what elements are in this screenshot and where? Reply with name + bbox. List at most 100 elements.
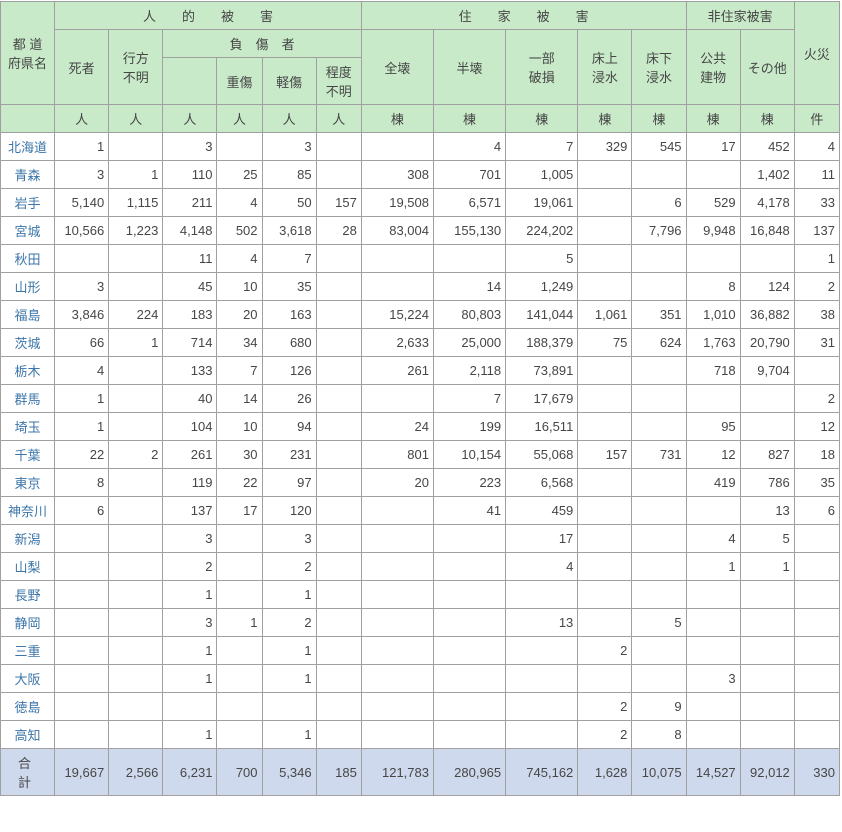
- cell-abovefl: 2: [578, 693, 632, 721]
- cell-injured: 3: [163, 133, 217, 161]
- total-full: 121,783: [361, 749, 433, 796]
- cell-light: 97: [262, 469, 316, 497]
- pref-cell: 長野: [1, 581, 55, 609]
- cell-serious: 14: [217, 385, 262, 413]
- cell-abovefl: [578, 413, 632, 441]
- total-light: 5,346: [262, 749, 316, 796]
- table-row: 茨城661714346802,63325,000188,379756241,76…: [1, 329, 840, 357]
- cell-public: [686, 609, 740, 637]
- table-row: 福島3,8462241832016315,22480,803141,0441,0…: [1, 301, 840, 329]
- table-row: 山梨22411: [1, 553, 840, 581]
- cell-partial: 17,679: [506, 385, 578, 413]
- cell-public: [686, 637, 740, 665]
- cell-other: 786: [740, 469, 794, 497]
- cell-other: [740, 609, 794, 637]
- cell-public: 9,948: [686, 217, 740, 245]
- cell-light: 126: [262, 357, 316, 385]
- cell-light: 2: [262, 609, 316, 637]
- cell-public: [686, 693, 740, 721]
- cell-public: 95: [686, 413, 740, 441]
- cell-half: 223: [433, 469, 505, 497]
- pref-cell: 岩手: [1, 189, 55, 217]
- table-row: 神奈川61371712041459136: [1, 497, 840, 525]
- cell-belowfl: 9: [632, 693, 686, 721]
- cell-other: 1: [740, 553, 794, 581]
- cell-fire: [794, 721, 839, 749]
- cell-light: 26: [262, 385, 316, 413]
- cell-belowfl: [632, 497, 686, 525]
- cell-light: 94: [262, 413, 316, 441]
- cell-other: 1,402: [740, 161, 794, 189]
- cell-missing: [109, 133, 163, 161]
- header-half: 半壊: [433, 30, 505, 105]
- cell-unknown: [316, 357, 361, 385]
- cell-injured: 183: [163, 301, 217, 329]
- cell-unknown: [316, 553, 361, 581]
- header-belowfl: 床下浸水: [632, 30, 686, 105]
- cell-half: 41: [433, 497, 505, 525]
- cell-public: 1,763: [686, 329, 740, 357]
- table-body: 北海道13347329545174524青森3111025853087011,0…: [1, 133, 840, 749]
- cell-half: [433, 637, 505, 665]
- header-dead: 死者: [55, 30, 109, 105]
- cell-abovefl: 75: [578, 329, 632, 357]
- cell-dead: 1: [55, 133, 109, 161]
- pref-cell: 新潟: [1, 525, 55, 553]
- cell-light: 1: [262, 581, 316, 609]
- cell-half: 7: [433, 385, 505, 413]
- unit-light: 人: [262, 105, 316, 133]
- unit-abovefl: 棟: [578, 105, 632, 133]
- cell-serious: [217, 665, 262, 693]
- cell-public: 3: [686, 665, 740, 693]
- cell-partial: [506, 637, 578, 665]
- unit-belowfl: 棟: [632, 105, 686, 133]
- cell-full: [361, 637, 433, 665]
- cell-full: [361, 581, 433, 609]
- pref-cell: 茨城: [1, 329, 55, 357]
- unit-public: 棟: [686, 105, 740, 133]
- cell-belowfl: 545: [632, 133, 686, 161]
- cell-belowfl: [632, 637, 686, 665]
- table-footer: 合 計 19,667 2,566 6,231 700 5,346 185 121…: [1, 749, 840, 796]
- cell-partial: 1,005: [506, 161, 578, 189]
- cell-other: [740, 245, 794, 273]
- cell-partial: [506, 721, 578, 749]
- cell-light: 231: [262, 441, 316, 469]
- header-light: 軽傷: [262, 58, 316, 105]
- cell-serious: [217, 525, 262, 553]
- cell-serious: [217, 693, 262, 721]
- cell-half: 80,803: [433, 301, 505, 329]
- cell-injured: 3: [163, 525, 217, 553]
- pref-cell: 三重: [1, 637, 55, 665]
- cell-injured: 1: [163, 721, 217, 749]
- cell-full: 15,224: [361, 301, 433, 329]
- cell-abovefl: 1,061: [578, 301, 632, 329]
- cell-belowfl: [632, 245, 686, 273]
- total-fire: 330: [794, 749, 839, 796]
- total-belowfl: 10,075: [632, 749, 686, 796]
- pref-cell: 山形: [1, 273, 55, 301]
- cell-abovefl: [578, 273, 632, 301]
- cell-dead: 1: [55, 413, 109, 441]
- cell-belowfl: [632, 161, 686, 189]
- cell-other: [740, 721, 794, 749]
- cell-injured: 40: [163, 385, 217, 413]
- cell-full: [361, 609, 433, 637]
- cell-public: 419: [686, 469, 740, 497]
- unit-missing: 人: [109, 105, 163, 133]
- cell-full: [361, 525, 433, 553]
- cell-light: 3: [262, 133, 316, 161]
- cell-dead: 66: [55, 329, 109, 357]
- cell-injured: 211: [163, 189, 217, 217]
- cell-light: 35: [262, 273, 316, 301]
- cell-other: 16,848: [740, 217, 794, 245]
- damage-table: 都 道府県名 人 的 被 害 住 家 被 害 非住家被害 火災 死者 行方不明 …: [0, 1, 840, 796]
- cell-missing: [109, 413, 163, 441]
- cell-abovefl: [578, 245, 632, 273]
- total-half: 280,965: [433, 749, 505, 796]
- cell-abovefl: [578, 357, 632, 385]
- cell-partial: 141,044: [506, 301, 578, 329]
- cell-abovefl: 157: [578, 441, 632, 469]
- pref-cell: 千葉: [1, 441, 55, 469]
- cell-unknown: 157: [316, 189, 361, 217]
